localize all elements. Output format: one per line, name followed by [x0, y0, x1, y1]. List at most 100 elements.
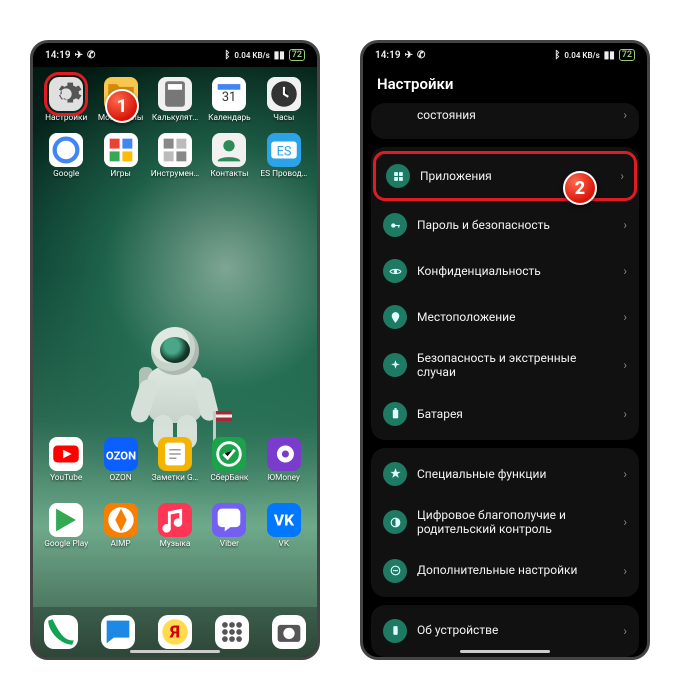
- callout-badge-1: 1: [105, 89, 139, 123]
- settings-row-wellbeing[interactable]: Цифровое благополучие и родительский кон…: [373, 498, 637, 547]
- app-label: Google Play: [44, 539, 88, 549]
- settings-row-emergency[interactable]: Безопасность и экстренные случаи ›: [373, 341, 637, 390]
- app-notes[interactable]: Заметки G…: [148, 433, 202, 487]
- chevron-right-icon: ›: [623, 467, 627, 481]
- app-label: Игры: [110, 169, 131, 179]
- chevron-right-icon: ›: [623, 218, 627, 232]
- home-indicator: [130, 650, 220, 653]
- status-bar: 14:19 ✈ ✆ ᛒ 0.04 KB/s ▮▮ 72: [363, 43, 647, 67]
- callout-badge-2: 2: [563, 171, 597, 205]
- app-calc[interactable]: Калькулят…: [148, 73, 202, 127]
- viber-icon: [212, 503, 246, 537]
- dock-yandex-icon[interactable]: Я: [158, 615, 192, 649]
- app-contacts[interactable]: Контакты: [202, 129, 256, 183]
- signal-icon: ▮▮: [274, 50, 285, 61]
- chevron-right-icon: ›: [623, 564, 627, 578]
- yoomoney-icon: [267, 437, 301, 471]
- app-tools[interactable]: Инструмен…: [148, 129, 202, 183]
- app-label: Контакты: [210, 169, 248, 179]
- key-icon: [383, 213, 407, 237]
- app-label: Viber: [220, 539, 239, 549]
- wellbeing-icon: [383, 510, 407, 534]
- privacy-icon: [383, 259, 407, 283]
- app-viber[interactable]: Viber: [202, 499, 256, 553]
- app-youtube[interactable]: YouTube: [39, 433, 93, 487]
- app-label: Google: [53, 169, 79, 179]
- app-yoomoney[interactable]: ЮMoney: [257, 433, 311, 487]
- star-icon: [383, 462, 407, 486]
- settings-row-key[interactable]: Пароль и безопасность ›: [373, 203, 637, 247]
- phone-home: 14:19 ✈ ✆ ᛒ 0.04 KB/s ▮▮ 72 НастройкиМои…: [30, 40, 320, 660]
- app-ozon[interactable]: OZONOZON: [93, 433, 147, 487]
- aimp-icon: [104, 503, 138, 537]
- settings-row-label: Специальные функции: [417, 467, 546, 481]
- bluetooth-icon: ᛒ: [224, 50, 230, 61]
- app-es[interactable]: ES ES Провод…: [257, 129, 311, 183]
- settings-row-label: состояния: [417, 108, 476, 122]
- app-label: AIMP: [111, 539, 131, 549]
- app-grid-bottom: YouTubeOZONOZONЗаметки G…СберБанк ЮMoney G…: [39, 433, 311, 553]
- chevron-right-icon: ›: [623, 358, 627, 372]
- app-google[interactable]: Google: [39, 129, 93, 183]
- app-sber[interactable]: СберБанк: [202, 433, 256, 487]
- app-grid-top: НастройкиМои файлыКалькулят…31КалендарьЧ…: [39, 73, 311, 183]
- settings-row-privacy[interactable]: Конфиденциальность›: [373, 249, 637, 293]
- tools-icon: [158, 133, 192, 167]
- emergency-icon: [383, 353, 407, 377]
- settings-row-label: Конфиденциальность: [417, 264, 541, 278]
- settings-row-about[interactable]: Об устройстве›: [373, 609, 637, 653]
- app-vk[interactable]: VK VK: [257, 499, 311, 553]
- youtube-icon: [49, 437, 83, 471]
- svg-text:OZON: OZON: [105, 449, 135, 463]
- app-music[interactable]: Музыка: [148, 499, 202, 553]
- app-games[interactable]: Игры: [93, 129, 147, 183]
- app-aimp[interactable]: AIMP: [93, 499, 147, 553]
- battery-pct: 72: [619, 49, 635, 61]
- vk-icon: VK: [267, 503, 301, 537]
- svg-text:Я: Я: [169, 623, 180, 643]
- home-indicator: [460, 650, 550, 653]
- apps-icon: [386, 164, 410, 188]
- battery-icon: [383, 402, 407, 426]
- settings-row-battery[interactable]: Батарея ›: [373, 392, 637, 436]
- dock-camera-icon[interactable]: [272, 615, 306, 649]
- settings-row-label: Дополнительные настройки: [417, 563, 577, 577]
- chevron-right-icon: ›: [623, 407, 627, 421]
- settings-row-label: Пароль и безопасность: [417, 218, 550, 232]
- settings-row-status[interactable]: состояния›: [373, 103, 637, 135]
- dock-sms-icon[interactable]: [101, 615, 135, 649]
- gear-icon: [49, 77, 83, 111]
- clock-icon: [267, 77, 301, 111]
- settings-row-label: Безопасность и экстренные случаи: [417, 351, 576, 380]
- settings-row-label: Батарея: [417, 407, 463, 421]
- notes-icon: [158, 437, 192, 471]
- settings-row-more[interactable]: Дополнительные настройки ›: [373, 549, 637, 593]
- app-label: ES Провод…: [260, 169, 307, 179]
- app-label: Календарь: [208, 113, 251, 123]
- settings-row-apps[interactable]: Приложения›: [373, 151, 637, 201]
- settings-row-star[interactable]: Специальные функции ›: [373, 452, 637, 496]
- app-calendar[interactable]: 31Календарь: [202, 73, 256, 127]
- settings-group: Об устройстве›: [371, 605, 639, 657]
- google-icon: [49, 133, 83, 167]
- phone-settings: 14:19 ✈ ✆ ᛒ 0.04 KB/s ▮▮ 72 Настройки со…: [360, 40, 650, 660]
- status-time: 14:19: [45, 50, 71, 61]
- settings-row-label: Местоположение: [417, 310, 515, 324]
- dock-phone-icon[interactable]: [44, 615, 78, 649]
- battery-pct: 72: [289, 49, 305, 61]
- app-label: Музыка: [160, 539, 191, 549]
- app-clock[interactable]: Часы: [257, 73, 311, 127]
- dock-drawer-icon[interactable]: [215, 615, 249, 649]
- app-play[interactable]: Google Play: [39, 499, 93, 553]
- net-speed: 0.04 KB/s: [234, 51, 269, 60]
- settings-row-label: Приложения: [420, 169, 492, 183]
- app-label: ЮMoney: [268, 473, 300, 483]
- app-label: VK: [279, 539, 290, 549]
- net-speed: 0.04 KB/s: [564, 51, 599, 60]
- settings-row-location[interactable]: Местоположение›: [373, 295, 637, 339]
- es-icon: ES: [267, 133, 301, 167]
- app-gear[interactable]: Настройки: [39, 73, 93, 127]
- chevron-right-icon: ›: [623, 515, 627, 529]
- settings-group: Специальные функции›Цифровое благополучи…: [371, 448, 639, 597]
- music-icon: [158, 503, 192, 537]
